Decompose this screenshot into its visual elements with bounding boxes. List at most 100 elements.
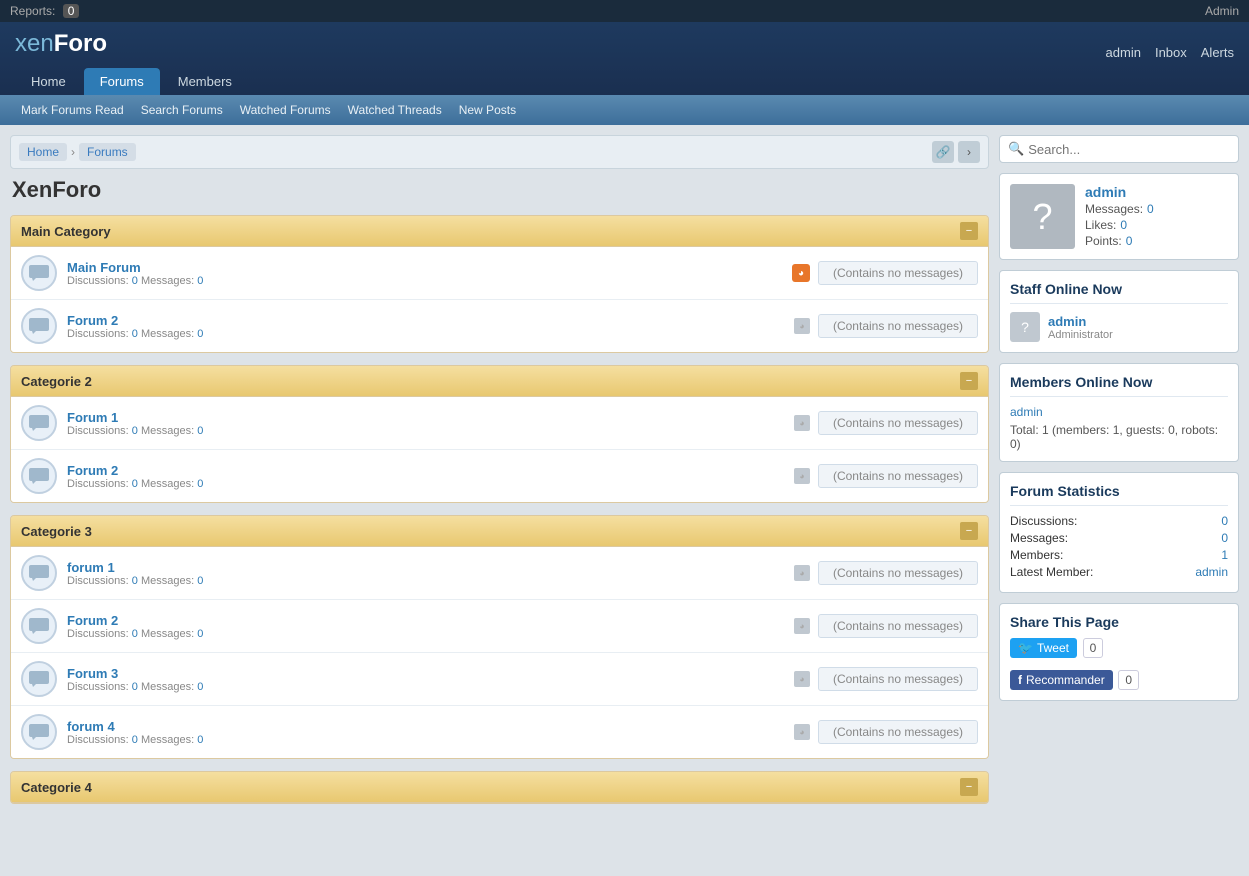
user-info: admin Messages: 0 Likes: 0 Points: 0 — [1085, 184, 1154, 248]
stat-latest-val[interactable]: admin — [1195, 565, 1228, 579]
fb-row: f Recommander 0 — [1010, 670, 1228, 690]
username[interactable]: admin — [1085, 184, 1154, 200]
forum-bubble-icon — [28, 723, 50, 741]
forum-name[interactable]: Forum 2 — [67, 313, 794, 328]
forum-icon — [21, 714, 57, 750]
stat-members: Members: 1 — [1010, 548, 1228, 562]
stat-disc-label: Discussions: — [1010, 514, 1077, 528]
header: xenForo admin Inbox Alerts Home Forums M… — [0, 22, 1249, 95]
msg-val: 0 — [197, 478, 203, 490]
forum-status: (Contains no messages) — [818, 561, 978, 585]
subnav-watched-forums[interactable]: Watched Forums — [234, 101, 337, 119]
main-wrapper: Home › Forums 🔗 › XenForo Main Category … — [0, 125, 1249, 826]
rss-icon-sm[interactable]: ◕ — [794, 618, 810, 634]
rss-icon-sm[interactable]: ◕ — [794, 318, 810, 334]
search-input[interactable] — [1028, 142, 1230, 157]
category-collapse[interactable]: − — [960, 372, 978, 390]
forum-name[interactable]: Forum 2 — [67, 613, 794, 628]
tweet-label: Tweet — [1037, 641, 1069, 655]
forum-icon — [21, 255, 57, 291]
inbox-link[interactable]: Inbox — [1155, 45, 1187, 60]
msg-val: 0 — [197, 575, 203, 587]
forum-row: Main Forum Discussions: 0 Messages: 0 ◕ … — [11, 247, 988, 300]
forum-name[interactable]: forum 4 — [67, 719, 794, 734]
rss-icon-sm[interactable]: ◕ — [794, 565, 810, 581]
logo-xen: xen — [15, 30, 54, 57]
msg-val: 0 — [197, 425, 203, 437]
tab-forums[interactable]: Forums — [84, 68, 160, 95]
online-member-link[interactable]: admin — [1010, 405, 1228, 419]
reports-count: 0 — [63, 4, 80, 18]
tab-members[interactable]: Members — [162, 68, 248, 95]
forum-status: (Contains no messages) — [818, 667, 978, 691]
forum-status: (Contains no messages) — [818, 314, 978, 338]
category-title: Main Category — [21, 224, 111, 239]
category-block-cat3: Categorie 3 − forum 1 Discussions: 0 Mes… — [10, 515, 989, 759]
sub-nav: Mark Forums Read Search Forums Watched F… — [0, 95, 1249, 125]
forum-row: Forum 2 Discussions: 0 Messages: 0 ◕ (Co… — [11, 600, 988, 653]
forum-meta: Discussions: 0 Messages: 0 — [67, 575, 794, 587]
logo-foro: Foro — [54, 30, 107, 57]
category-collapse[interactable]: − — [960, 778, 978, 796]
forum-name[interactable]: Forum 3 — [67, 666, 794, 681]
rss-icon-sm[interactable]: ◕ — [794, 468, 810, 484]
search-icon: 🔍 — [1008, 141, 1024, 157]
rss-icon[interactable]: ◕ — [792, 264, 810, 282]
category-header-cat1: Main Category − — [11, 216, 988, 247]
forum-name[interactable]: Forum 2 — [67, 463, 794, 478]
forum-name[interactable]: Main Forum — [67, 260, 792, 275]
fb-button[interactable]: f Recommander — [1010, 670, 1113, 690]
rss-icon-sm[interactable]: ◕ — [794, 724, 810, 740]
stat-messages: Messages: 0 — [1010, 531, 1228, 545]
logo[interactable]: xenForo — [15, 30, 107, 64]
breadcrumb: Home › Forums 🔗 › — [10, 135, 989, 169]
tab-home[interactable]: Home — [15, 68, 82, 95]
breadcrumb-home[interactable]: Home — [19, 143, 67, 161]
messages-val: 0 — [1147, 202, 1154, 216]
fb-count: 0 — [1118, 670, 1139, 690]
breadcrumb-forums[interactable]: Forums — [79, 143, 136, 161]
forum-name[interactable]: forum 1 — [67, 560, 794, 575]
forum-row: Forum 2 Discussions: 0 Messages: 0 ◕ (Co… — [11, 450, 988, 502]
category-block-cat4: Categorie 4 − — [10, 771, 989, 804]
subnav-new-posts[interactable]: New Posts — [453, 101, 522, 119]
forum-name[interactable]: Forum 1 — [67, 410, 794, 425]
messages-label: Messages: — [1085, 202, 1143, 216]
admin-link[interactable]: Admin — [1205, 4, 1239, 18]
forum-bubble-icon — [28, 564, 50, 582]
forum-status: (Contains no messages) — [818, 261, 978, 285]
forum-row: Forum 1 Discussions: 0 Messages: 0 ◕ (Co… — [11, 397, 988, 450]
user-card: ? admin Messages: 0 Likes: 0 Points: 0 — [999, 173, 1239, 260]
rss-icon-sm[interactable]: ◕ — [794, 415, 810, 431]
reports-label: Reports: — [10, 4, 55, 18]
points-label: Points: — [1085, 234, 1122, 248]
breadcrumb-next-icon[interactable]: › — [958, 141, 980, 163]
tweet-button[interactable]: 🐦 Tweet — [1010, 638, 1077, 658]
category-collapse[interactable]: − — [960, 222, 978, 240]
forum-icon — [21, 458, 57, 494]
disc-val: 0 — [132, 275, 138, 287]
user-stat-points: Points: 0 — [1085, 234, 1154, 248]
staff-member: ? admin Administrator — [1010, 312, 1228, 342]
rss-icon-sm[interactable]: ◕ — [794, 671, 810, 687]
forum-info: Forum 2 Discussions: 0 Messages: 0 — [67, 313, 794, 340]
nav-tabs: Home Forums Members — [15, 68, 1234, 95]
subnav-mark-forums-read[interactable]: Mark Forums Read — [15, 101, 130, 119]
category-collapse[interactable]: − — [960, 522, 978, 540]
disc-val: 0 — [132, 328, 138, 340]
staff-name[interactable]: admin — [1048, 314, 1113, 329]
alerts-link[interactable]: Alerts — [1201, 45, 1234, 60]
breadcrumb-link-icon[interactable]: 🔗 — [932, 141, 954, 163]
tweet-count: 0 — [1083, 638, 1104, 658]
category-block-cat1: Main Category − Main Forum Discussions: … — [10, 215, 989, 353]
category-title: Categorie 3 — [21, 524, 92, 539]
top-bar: Reports: 0 Admin — [0, 0, 1249, 22]
forum-info: forum 1 Discussions: 0 Messages: 0 — [67, 560, 794, 587]
avatar: ? — [1010, 184, 1075, 249]
forum-bubble-icon — [28, 317, 50, 335]
admin-user-link[interactable]: admin — [1106, 45, 1141, 60]
forum-icon — [21, 405, 57, 441]
subnav-search-forums[interactable]: Search Forums — [135, 101, 229, 119]
staff-online-title: Staff Online Now — [1010, 281, 1228, 304]
subnav-watched-threads[interactable]: Watched Threads — [342, 101, 448, 119]
